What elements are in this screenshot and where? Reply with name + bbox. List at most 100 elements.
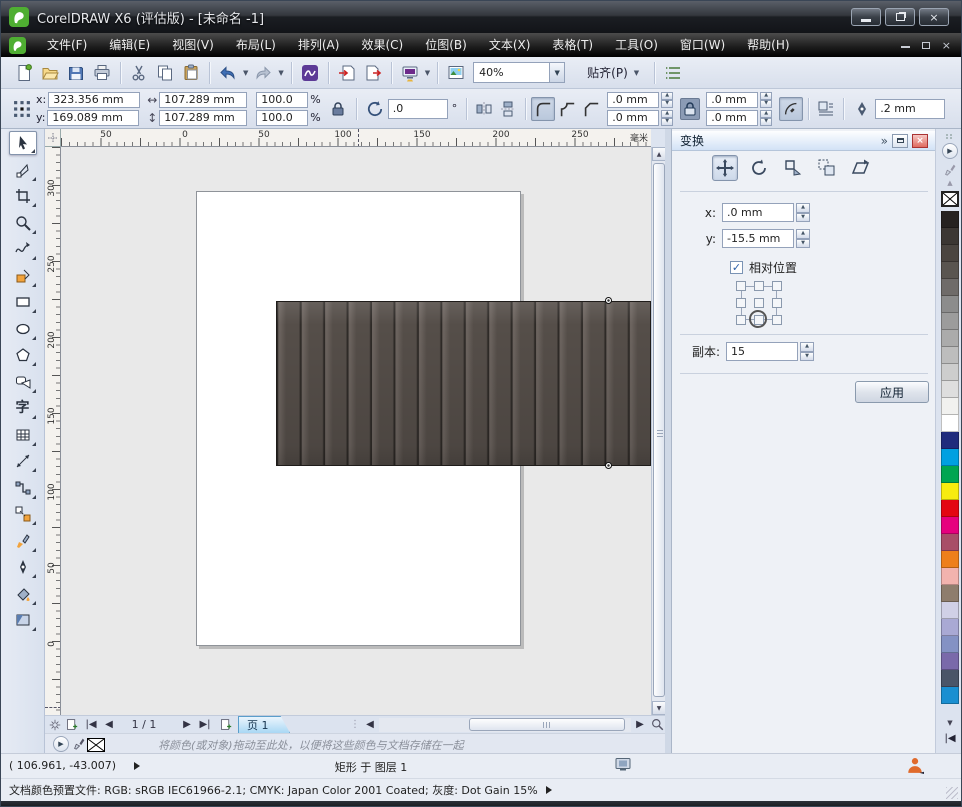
menu-layout[interactable]: 布局(L) (225, 33, 287, 57)
flyout-arrow-icon[interactable] (134, 762, 140, 770)
docker-expand-icon[interactable]: » (881, 134, 888, 148)
color-swatch[interactable] (941, 551, 959, 568)
spinner[interactable]: ▲▼ (800, 342, 814, 361)
color-swatch[interactable] (941, 381, 959, 398)
color-swatch[interactable] (941, 687, 959, 704)
menu-file[interactable]: 文件(F) (36, 33, 98, 57)
vertical-scrollbar[interactable]: ▲ ▼ (651, 147, 665, 715)
transform-mode-scale-mirror[interactable] (780, 155, 806, 181)
scroll-up-icon[interactable]: ▲ (652, 147, 666, 161)
undo-button[interactable] (216, 61, 240, 85)
eyedropper-icon[interactable] (71, 736, 87, 751)
anchor-point-8[interactable] (772, 315, 782, 325)
scroll-down-icon[interactable]: ▼ (652, 701, 666, 715)
mirror-vertical-button[interactable] (496, 97, 520, 121)
document-minimize-button[interactable] (901, 39, 910, 52)
spinner[interactable]: ▲▼ (760, 92, 772, 108)
relative-corner-scaling-button[interactable] (779, 97, 803, 121)
document-close-button[interactable]: × (942, 39, 951, 52)
color-swatch[interactable] (941, 415, 959, 432)
palette-expand-icon[interactable]: |◀ (941, 733, 959, 744)
menu-window[interactable]: 窗口(W) (669, 33, 736, 57)
drawing-canvas[interactable] (61, 147, 651, 715)
corner-radius-bottom-right-field[interactable]: .0 mm (706, 110, 758, 126)
y-position-field[interactable]: 169.089 mm (47, 110, 139, 126)
transform-mode-rotate[interactable] (746, 155, 772, 181)
flyout-arrow-icon[interactable] (546, 786, 552, 794)
connector-tool[interactable] (9, 476, 37, 500)
menu-edit[interactable]: 编辑(E) (98, 33, 161, 57)
scalloped-corner-button[interactable] (555, 97, 579, 121)
document-restore-button[interactable] (922, 39, 930, 52)
freehand-tool[interactable] (9, 237, 37, 261)
scale-y-field[interactable]: 100.0 (256, 110, 308, 126)
zoom-level-combo[interactable]: 40% ▼ (473, 62, 565, 83)
menu-effects[interactable]: 效果(C) (350, 33, 414, 57)
docker-title-bar[interactable]: 变换 » × (672, 131, 936, 151)
ellipse-tool[interactable] (9, 317, 37, 341)
first-page-icon[interactable]: |◀ (83, 717, 99, 732)
spinner[interactable]: ▲▼ (796, 203, 810, 222)
selection-handle[interactable] (605, 462, 612, 469)
menu-arrange[interactable]: 排列(A) (287, 33, 351, 57)
color-swatch[interactable] (941, 517, 959, 534)
welcome-screen-button[interactable] (444, 61, 468, 85)
lock-ratio-icon[interactable] (326, 97, 350, 121)
anchor-point-6[interactable] (736, 315, 746, 325)
selected-rectangle-object[interactable] (276, 301, 651, 466)
spinner[interactable]: ▲▼ (760, 110, 772, 126)
interactive-fill-tool[interactable] (9, 608, 37, 632)
wrap-text-button[interactable] (814, 97, 838, 121)
color-swatch[interactable] (941, 279, 959, 296)
palette-eyedropper-icon[interactable] (941, 163, 959, 176)
display-color-icon[interactable] (615, 757, 631, 775)
redo-button[interactable] (251, 61, 275, 85)
object-width-field[interactable]: 107.289 mm (159, 92, 247, 108)
chevron-down-icon[interactable]: ▼ (278, 69, 283, 77)
chevron-down-icon[interactable]: ▼ (549, 63, 564, 82)
table-tool[interactable] (9, 423, 37, 447)
add-page-icon[interactable] (63, 717, 79, 732)
color-swatch[interactable] (941, 653, 959, 670)
no-color-swatch[interactable] (87, 737, 105, 752)
rotation-angle-field[interactable]: .0 (388, 99, 448, 119)
anchor-point-3[interactable] (736, 298, 746, 308)
round-corner-button[interactable] (531, 97, 555, 121)
vertical-ruler[interactable]: 300250200150100500 (45, 147, 61, 715)
transform-x-field[interactable]: .0 mm (722, 203, 794, 222)
object-height-field[interactable]: 107.289 mm (159, 110, 247, 126)
print-button[interactable] (90, 61, 114, 85)
palette-scroll-up-icon[interactable]: ▲ (941, 179, 959, 187)
minimize-button[interactable] (851, 8, 881, 26)
color-swatch[interactable] (941, 245, 959, 262)
pick-tool[interactable] (9, 131, 37, 155)
corner-radius-top-right-field[interactable]: .0 mm (706, 92, 758, 108)
color-swatch[interactable] (941, 466, 959, 483)
corner-radius-bottom-left-field[interactable]: .0 mm (607, 110, 659, 126)
color-swatch[interactable] (941, 432, 959, 449)
palette-grip-handle[interactable] (941, 132, 959, 140)
docker-minimize-button[interactable] (892, 134, 908, 148)
smart-fill-tool[interactable] (9, 264, 37, 288)
last-page-icon[interactable]: ▶| (197, 717, 213, 732)
resize-grip[interactable] (946, 787, 958, 799)
color-swatch[interactable] (941, 585, 959, 602)
polygon-tool[interactable] (9, 343, 37, 367)
next-page-icon[interactable]: ▶ (179, 717, 195, 732)
blend-tool[interactable] (9, 502, 37, 526)
copies-field[interactable]: 15 (726, 342, 798, 361)
color-swatch[interactable] (941, 500, 959, 517)
user-account-icon[interactable] (906, 756, 924, 777)
color-swatch[interactable] (941, 296, 959, 313)
color-eyedropper-tool[interactable] (9, 529, 37, 553)
relative-position-checkbox[interactable]: ✓ (730, 261, 743, 274)
menu-view[interactable]: 视图(V) (161, 33, 225, 57)
transform-mode-position[interactable] (712, 155, 738, 181)
color-swatch[interactable] (941, 670, 959, 687)
menu-table[interactable]: 表格(T) (541, 33, 604, 57)
outline-pen-tool[interactable] (9, 555, 37, 579)
rectangle-tool[interactable] (9, 290, 37, 314)
page-tab[interactable]: 页 1 (238, 716, 290, 733)
palette-scroll-down-icon[interactable]: ▼ (941, 719, 959, 727)
docker-close-button[interactable]: × (912, 134, 928, 148)
